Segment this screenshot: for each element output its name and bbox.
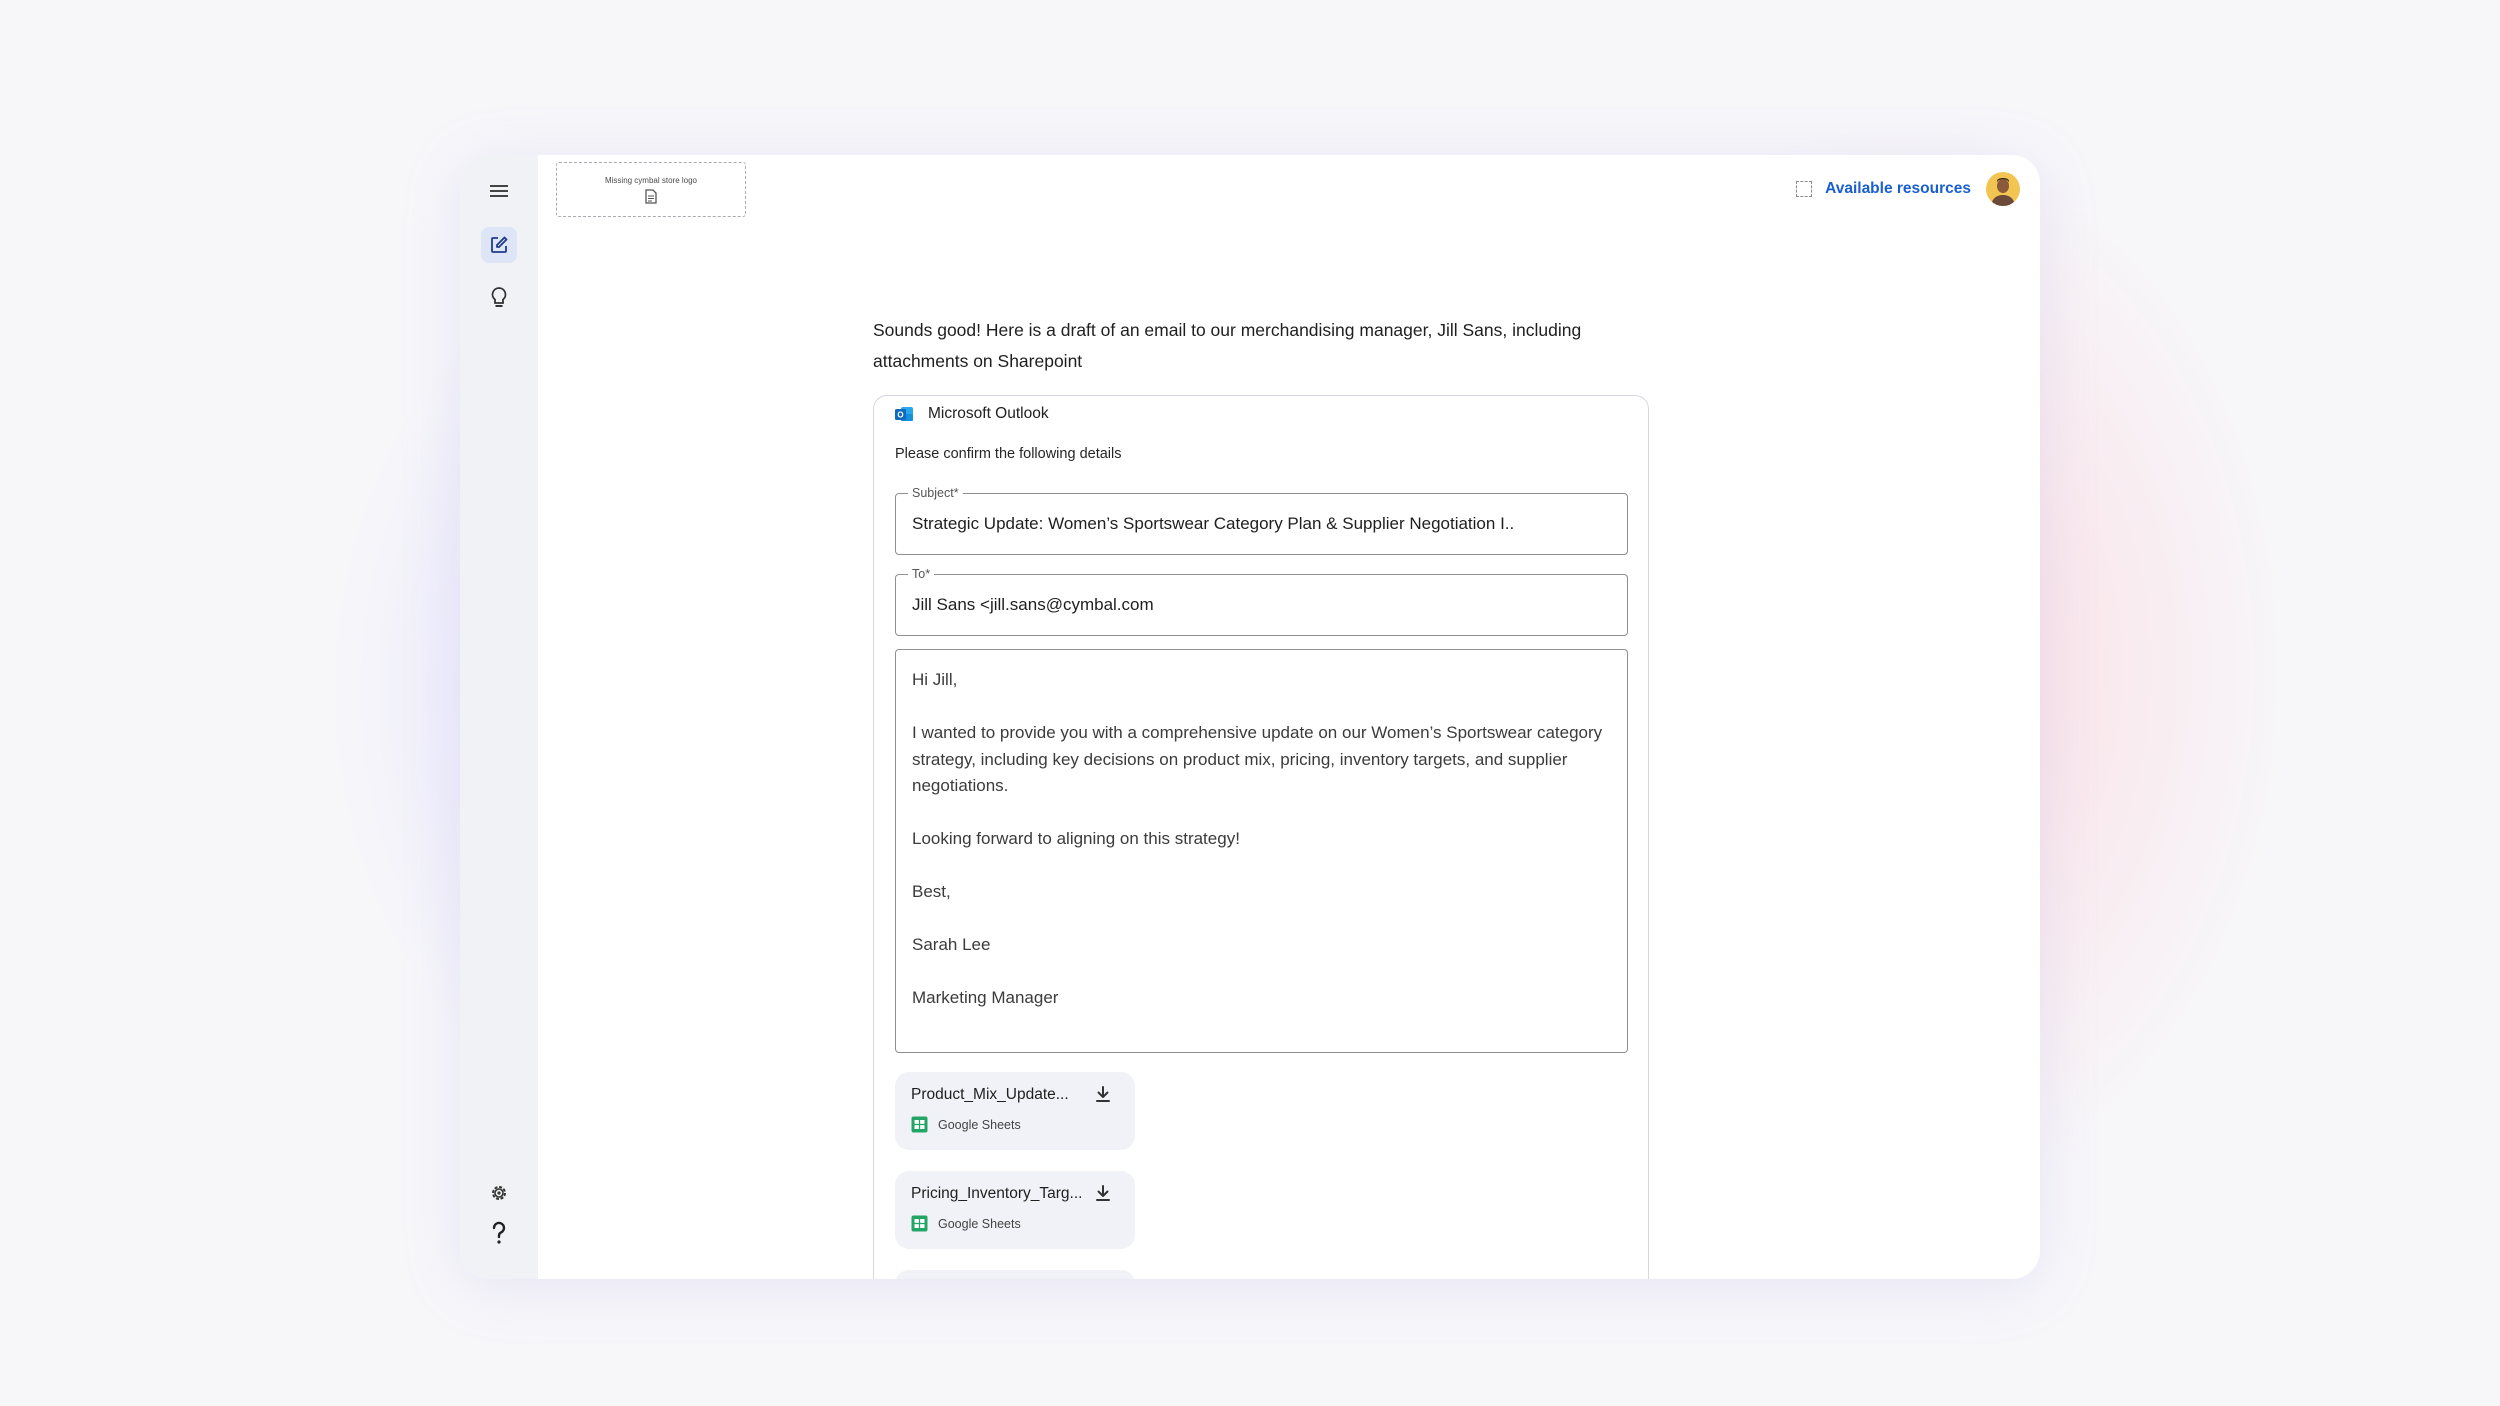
google-sheets-icon [911, 1116, 928, 1133]
avatar[interactable] [1986, 172, 2020, 206]
help-question-icon [492, 1221, 506, 1244]
available-resources-link[interactable]: Available resources [1825, 180, 1971, 198]
menu-button[interactable] [481, 173, 517, 209]
hamburger-menu-icon [490, 185, 508, 197]
attachment-chip[interactable]: Pricing_Inventory_Targ... Google Sheets [895, 1171, 1135, 1249]
body-sender-name: Sarah Lee [912, 935, 991, 954]
download-icon [1096, 1185, 1110, 1201]
download-button[interactable] [1093, 1084, 1113, 1109]
attachment-chip-partial[interactable] [895, 1270, 1135, 1279]
subject-input[interactable]: Strategic Update: Women’s Sportswear Cat… [912, 514, 1611, 534]
to-input[interactable]: Jill Sans <jill.sans@cymbal.com [912, 595, 1611, 615]
card-app-name: Microsoft Outlook [928, 405, 1049, 422]
confirm-instruction: Please confirm the following details [895, 446, 1122, 462]
gear-icon [492, 1186, 506, 1200]
body-paragraph: I wanted to provide you with a comprehen… [912, 723, 1603, 795]
user-avatar-image [1986, 172, 2020, 206]
outlook-email-card: O Microsoft Outlook Please confirm the f… [873, 395, 1649, 1279]
body-greeting: Hi Jill, [912, 670, 958, 689]
edit-icon [491, 236, 508, 253]
attachment-type-row: Google Sheets [911, 1215, 1021, 1232]
attachment-type: Google Sheets [938, 1216, 1021, 1231]
resources-checkbox[interactable] [1796, 181, 1813, 197]
sidebar-rail [460, 155, 538, 1279]
store-logo-placeholder: Missing cymbal store logo [556, 162, 746, 217]
app-window: Missing cymbal store logo Available reso… [460, 155, 2040, 1279]
assistant-message: Sounds good! Here is a draft of an email… [873, 320, 1582, 371]
to-label: To* [908, 566, 935, 582]
header-actions: Available resources [1796, 171, 2020, 207]
body-sender-title: Marketing Manager [912, 988, 1059, 1007]
attachment-type-row: Google Sheets [911, 1116, 1021, 1133]
to-field[interactable]: To* Jill Sans <jill.sans@cymbal.com [895, 566, 1628, 636]
attachment-type: Google Sheets [938, 1117, 1021, 1132]
svg-text:O: O [897, 411, 903, 420]
outlook-icon: O [895, 407, 913, 421]
document-icon [645, 188, 657, 204]
help-button[interactable] [481, 1215, 517, 1251]
body-sign-off: Best, [912, 882, 951, 901]
logo-placeholder-text: Missing cymbal store logo [604, 175, 698, 185]
attachment-name: Product_Mix_Update... [911, 1086, 1069, 1103]
settings-button[interactable] [481, 1175, 517, 1211]
download-button[interactable] [1093, 1183, 1113, 1208]
body-closing-line: Looking forward to aligning on this stra… [912, 829, 1240, 848]
subject-field[interactable]: Subject* Strategic Update: Women’s Sport… [895, 485, 1628, 555]
attachment-chip[interactable]: Product_Mix_Update... Google Sheets [895, 1072, 1135, 1150]
subject-label: Subject* [908, 485, 963, 501]
card-header: O Microsoft Outlook [894, 404, 1049, 424]
compose-button[interactable] [481, 227, 517, 263]
ideas-button[interactable] [481, 280, 517, 316]
attachment-name: Pricing_Inventory_Targ... [911, 1185, 1083, 1202]
download-icon [1096, 1086, 1110, 1102]
google-sheets-icon [911, 1215, 928, 1232]
lightbulb-icon [491, 287, 507, 307]
email-body-textarea[interactable]: Hi Jill, I wanted to provide you with a … [895, 649, 1628, 1053]
